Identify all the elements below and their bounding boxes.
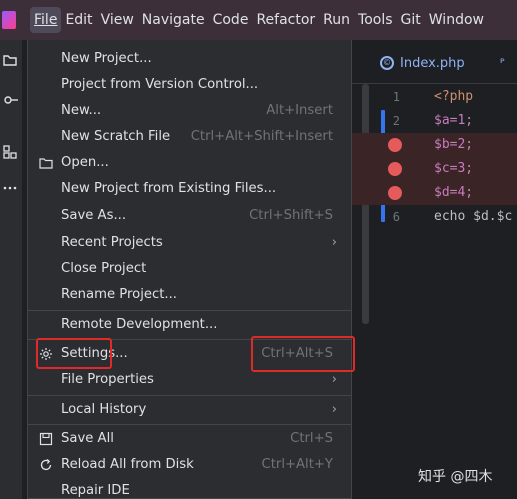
app-logo-icon[interactable] [2,11,16,29]
breakpoint-icon[interactable] [388,186,402,200]
menu-item-project-from-vcs[interactable]: Project from Version Control... [28,72,351,98]
menu-item-local-history[interactable]: Local History › [28,397,351,423]
shortcut-text: Alt+Insert [266,103,333,118]
breakpoint-icon[interactable] [388,138,402,152]
project-folder-icon[interactable] [2,52,18,68]
menu-item-new[interactable]: New... Alt+Insert [28,98,351,124]
line-number: 6 [392,210,400,224]
menu-item-new-project[interactable]: New Project... [28,46,351,72]
commit-icon[interactable] [2,92,18,108]
menu-separator [28,424,351,425]
code-line-breakpoint[interactable]: $b=2; [352,133,517,157]
more-tools-icon[interactable] [2,180,18,196]
structure-icon[interactable] [2,144,18,160]
tool-window-strip [0,40,22,499]
editor-tab-bar: © Index.php ᴾ [352,40,517,84]
shortcut-text: Ctrl+Alt+Y [261,457,333,472]
menu-file[interactable]: File [30,7,62,33]
menu-window[interactable]: Window [425,7,488,33]
menu-separator [28,395,351,396]
shortcut-text: Ctrl+S [290,431,333,446]
shortcut-text: Ctrl+Alt+Shift+Insert [190,129,333,144]
more-tabs-icon[interactable]: ᴾ [500,56,505,70]
code-text: $a=1; [434,113,474,128]
tab-label: Index.php [400,55,465,71]
menu-git[interactable]: Git [397,7,425,33]
menu-item-new-project-from-existing[interactable]: New Project from Existing Files... [28,176,351,202]
line-number: 2 [392,114,400,128]
code-text: $d=4; [434,185,474,200]
code-editor[interactable]: © Index.php ᴾ 1 <?php 2 $a=1; $b=2; $c=3… [352,40,517,499]
chevron-right-icon: › [331,235,337,250]
code-text: <?php [434,89,474,104]
breakpoint-icon[interactable] [388,162,402,176]
menu-separator [28,310,351,311]
watermark-text: 知乎 @四木 [418,469,493,485]
chevron-right-icon: › [331,402,337,417]
tab-index-php[interactable]: © Index.php [380,50,465,76]
menu-item-open[interactable]: Open... [28,150,351,176]
menu-edit[interactable]: Edit [61,7,96,33]
code-text: $c=3; [434,161,474,176]
menu-item-save-as[interactable]: Save As... Ctrl+Shift+S [28,203,351,229]
shortcut-text: Ctrl+Shift+S [249,208,333,223]
settings-highlight-box [36,338,112,369]
shortcut-highlight-box [251,336,355,372]
menu-tools[interactable]: Tools [354,7,397,33]
menu-item-recent-projects[interactable]: Recent Projects › [28,230,351,256]
main-menu-bar: File Edit View Navigate Code Refactor Ru… [0,0,517,40]
menu-item-repair-ide[interactable]: Repair IDE [28,478,351,499]
code-line[interactable]: 1 <?php [352,85,517,109]
file-menu-dropdown: New Project... Project from Version Cont… [27,40,352,499]
menu-item-remote-development[interactable]: Remote Development... [28,312,351,338]
menu-run[interactable]: Run [319,7,354,33]
menu-code[interactable]: Code [209,7,253,33]
menu-item-reload-all[interactable]: Reload All from Disk Ctrl+Alt+Y [28,452,351,478]
reload-icon [40,458,52,471]
code-line-breakpoint[interactable]: $c=3; [352,157,517,181]
php-file-icon: © [380,56,394,70]
save-icon [39,432,53,446]
menu-item-new-scratch-file[interactable]: New Scratch File Ctrl+Alt+Shift+Insert [28,124,351,150]
code-text: echo $d.$c [434,209,513,224]
menu-navigate[interactable]: Navigate [138,7,209,33]
menu-item-close-project[interactable]: Close Project [28,256,351,282]
code-line-breakpoint[interactable]: $d=4; [352,181,517,205]
code-text: $b=2; [434,137,474,152]
code-line[interactable]: 2 $a=1; [352,109,517,133]
menu-item-save-all[interactable]: Save All Ctrl+S [28,426,351,452]
code-line[interactable]: 6 echo $d.$c [352,205,517,229]
menu-refactor[interactable]: Refactor [252,7,319,33]
folder-icon [39,158,53,169]
menu-view[interactable]: View [97,7,138,33]
menu-item-rename-project[interactable]: Rename Project... [28,282,351,308]
line-number: 1 [392,90,400,104]
